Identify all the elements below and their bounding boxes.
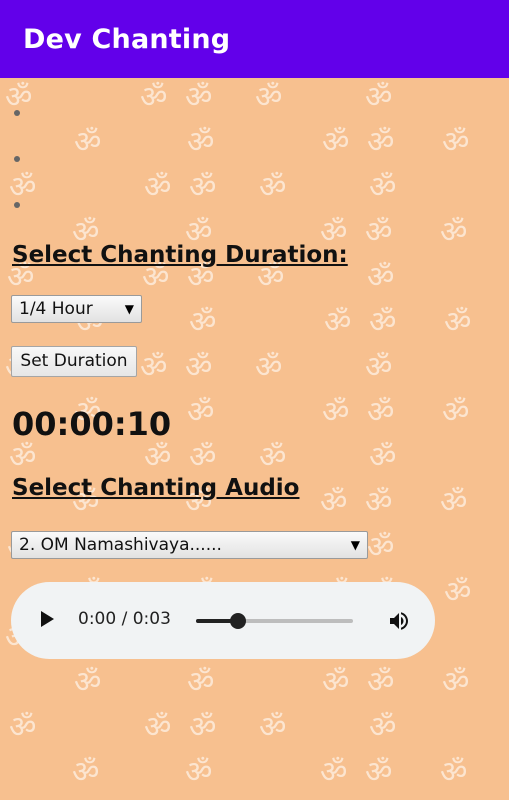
audio-seek-bar[interactable] xyxy=(196,613,353,629)
om-symbol-icon: ॐ xyxy=(369,440,397,475)
om-symbol-icon: ॐ xyxy=(259,440,287,475)
om-symbol-icon: ॐ xyxy=(365,350,393,385)
audio-select[interactable]: 2. OM Namashivaya...... ▼ xyxy=(11,531,368,559)
om-symbol-icon: ॐ xyxy=(322,665,350,700)
om-symbol-icon: ॐ xyxy=(369,170,397,205)
om-symbol-icon: ॐ xyxy=(9,440,37,475)
bullet-icon xyxy=(14,110,20,116)
om-symbol-icon: ॐ xyxy=(369,305,397,340)
om-symbol-icon: ॐ xyxy=(367,125,395,160)
om-symbol-icon: ॐ xyxy=(320,485,348,520)
om-symbol-icon: ॐ xyxy=(5,80,33,115)
om-symbol-icon: ॐ xyxy=(9,170,37,205)
audio-player: 0:00 / 0:03 xyxy=(11,582,435,659)
countdown-timer: 00:00:10 xyxy=(12,405,172,443)
om-symbol-icon: ॐ xyxy=(367,665,395,700)
om-symbol-icon: ॐ xyxy=(442,125,470,160)
app-title: Dev Chanting xyxy=(23,24,231,55)
audio-seek-thumb[interactable] xyxy=(230,613,247,629)
om-symbol-icon: ॐ xyxy=(259,710,287,745)
om-symbol-icon: ॐ xyxy=(187,395,215,430)
duration-select[interactable]: 1/4 Hour ▼ xyxy=(11,295,142,323)
duration-heading: Select Chanting Duration: xyxy=(12,242,348,268)
app-bar: Dev Chanting xyxy=(0,0,509,78)
om-symbol-icon: ॐ xyxy=(365,755,393,790)
duration-select-value: 1/4 Hour xyxy=(19,299,93,319)
audio-heading: Select Chanting Audio xyxy=(12,475,300,501)
om-symbol-icon: ॐ xyxy=(320,755,348,790)
om-symbol-icon: ॐ xyxy=(365,215,393,250)
audio-select-value: 2. OM Namashivaya...... xyxy=(19,535,222,555)
chevron-down-icon: ▼ xyxy=(350,538,360,552)
om-symbol-icon: ॐ xyxy=(187,665,215,700)
om-symbol-icon: ॐ xyxy=(185,350,213,385)
om-symbol-icon: ॐ xyxy=(440,215,468,250)
om-symbol-icon: ॐ xyxy=(185,755,213,790)
om-symbol-icon: ॐ xyxy=(140,80,168,115)
om-symbol-icon: ॐ xyxy=(369,710,397,745)
om-symbol-icon: ॐ xyxy=(440,755,468,790)
om-symbol-icon: ॐ xyxy=(365,485,393,520)
om-symbol-icon: ॐ xyxy=(442,395,470,430)
om-symbol-icon: ॐ xyxy=(259,170,287,205)
om-symbol-icon: ॐ xyxy=(367,530,395,565)
bullet-icon xyxy=(14,202,20,208)
om-symbol-icon: ॐ xyxy=(322,125,350,160)
om-symbol-icon: ॐ xyxy=(72,755,100,790)
om-symbol-icon: ॐ xyxy=(324,305,352,340)
chevron-down-icon: ▼ xyxy=(124,302,134,316)
om-symbol-icon: ॐ xyxy=(144,440,172,475)
om-symbol-icon: ॐ xyxy=(189,170,217,205)
volume-icon[interactable] xyxy=(387,609,411,633)
om-symbol-icon: ॐ xyxy=(444,575,472,610)
om-symbol-icon: ॐ xyxy=(144,710,172,745)
bullet-icon xyxy=(14,156,20,162)
om-symbol-icon: ॐ xyxy=(189,440,217,475)
om-symbol-icon: ॐ xyxy=(187,125,215,160)
play-icon[interactable] xyxy=(41,611,54,627)
set-duration-button[interactable]: Set Duration xyxy=(11,346,137,377)
om-symbol-icon: ॐ xyxy=(140,350,168,385)
om-symbol-icon: ॐ xyxy=(440,485,468,520)
om-symbol-icon: ॐ xyxy=(365,80,393,115)
om-symbol-icon: ॐ xyxy=(189,305,217,340)
om-symbol-icon: ॐ xyxy=(255,350,283,385)
om-symbol-icon: ॐ xyxy=(444,305,472,340)
om-symbol-icon: ॐ xyxy=(9,710,37,745)
om-symbol-icon: ॐ xyxy=(442,665,470,700)
om-symbol-icon: ॐ xyxy=(74,665,102,700)
audio-time: 0:00 / 0:03 xyxy=(78,609,171,629)
om-symbol-icon: ॐ xyxy=(367,260,395,295)
om-symbol-icon: ॐ xyxy=(185,80,213,115)
om-symbol-icon: ॐ xyxy=(74,125,102,160)
om-symbol-icon: ॐ xyxy=(322,395,350,430)
om-symbol-icon: ॐ xyxy=(144,170,172,205)
om-symbol-icon: ॐ xyxy=(255,80,283,115)
om-symbol-icon: ॐ xyxy=(189,710,217,745)
om-symbol-icon: ॐ xyxy=(367,395,395,430)
